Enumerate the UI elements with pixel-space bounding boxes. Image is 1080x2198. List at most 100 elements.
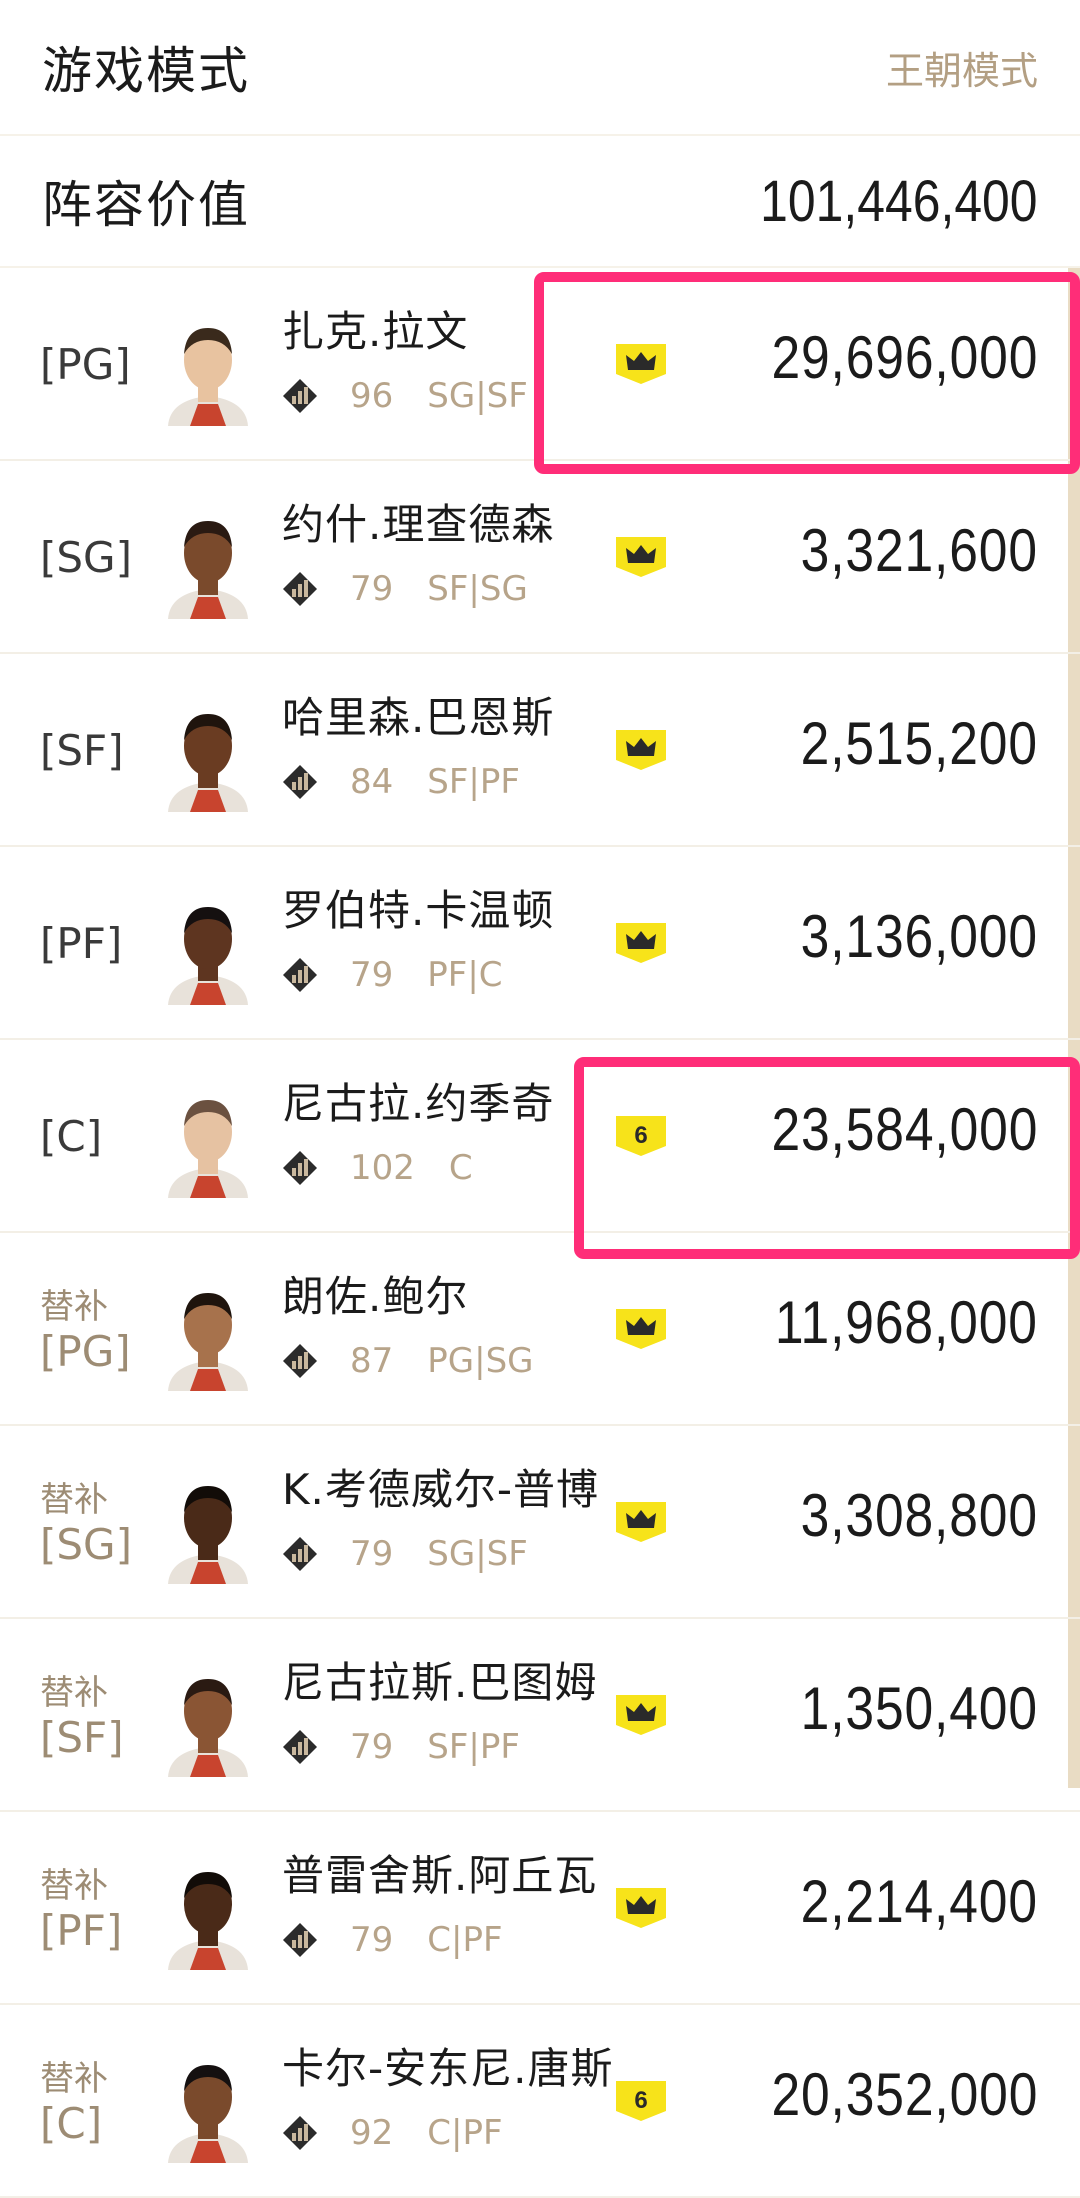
position-slot: [SF] (40, 654, 150, 847)
player-row[interactable]: [SG] 约什.理查德森 79 SF|SG 3,321,600 (0, 461, 1080, 654)
game-mode-value[interactable]: 王朝模式 (886, 40, 1038, 95)
player-avatar[interactable] (160, 1474, 256, 1584)
game-mode-row[interactable]: 游戏模式 王朝模式 (0, 0, 1080, 136)
player-salary: 2,214,400 (800, 1868, 1038, 1935)
position-slot: 替补 [SG] (40, 1426, 150, 1619)
player-rating: 79 (350, 955, 394, 995)
player-meta: 92 C|PF (282, 2111, 503, 2155)
position-label: [PF] (40, 1905, 123, 1955)
game-mode-label: 游戏模式 (42, 42, 250, 100)
player-positions: PF|C (427, 955, 503, 995)
highlight-box-2 (574, 1057, 1080, 1259)
position-slot: 替补 [SF] (40, 1619, 150, 1812)
player-name: 罗伯特.卡温顿 (282, 886, 555, 935)
position-slot: 替补 [PF] (40, 1812, 150, 2005)
player-positions: SF|PF (427, 762, 520, 802)
crown-icon (614, 1691, 668, 1737)
position-label: [SG] (40, 532, 132, 582)
position-label: [C] (40, 2098, 103, 2148)
player-row[interactable]: 替补 [PF] 普雷舍斯.阿丘瓦 79 C|PF 2,214,400 (0, 1812, 1080, 2005)
player-meta: 84 SF|PF (282, 760, 520, 804)
player-row[interactable]: 替补 [SF] 尼古拉斯.巴图姆 79 SF|PF 1,350,400 (0, 1619, 1080, 1812)
player-row[interactable]: 替补 [PG] 朗佐.鲍尔 87 PG|SG 11,968,000 (0, 1233, 1080, 1426)
player-positions: SG|SF (427, 1534, 528, 1574)
position-slot: [PG] (40, 268, 150, 461)
rating-bars-icon (282, 1150, 318, 1186)
player-avatar[interactable] (160, 1281, 256, 1391)
rating-bars-icon (282, 1343, 318, 1379)
bench-tag: 替补 (40, 1672, 108, 1713)
player-name: K.考德威尔-普博 (282, 1465, 600, 1514)
player-rating: 79 (350, 1727, 394, 1767)
player-salary: 3,136,000 (800, 903, 1038, 970)
player-row[interactable]: [PF] 罗伯特.卡温顿 79 PF|C 3,136,000 (0, 847, 1080, 1040)
player-name: 哈里森.巴恩斯 (282, 693, 555, 742)
rating-bars-icon (282, 2115, 318, 2151)
position-label: [SF] (40, 725, 124, 775)
player-avatar[interactable] (160, 1860, 256, 1970)
highlight-box-1 (534, 272, 1080, 474)
crown-icon (614, 726, 668, 772)
rating-bars-icon (282, 571, 318, 607)
player-rating: 79 (350, 1534, 394, 1574)
player-name: 尼古拉斯.巴图姆 (282, 1658, 598, 1707)
player-meta: 87 PG|SG (282, 1339, 534, 1383)
rating-bars-icon (282, 1729, 318, 1765)
player-rating: 102 (350, 1148, 415, 1188)
bench-tag: 替补 (40, 1286, 108, 1327)
player-avatar[interactable] (160, 1667, 256, 1777)
roster-value-label: 阵容价值 (42, 176, 250, 234)
position-slot: 替补 [PG] (40, 1233, 150, 1426)
player-meta: 79 SF|SG (282, 567, 528, 611)
bench-tag: 替补 (40, 1479, 108, 1520)
player-row[interactable]: [SF] 哈里森.巴恩斯 84 SF|PF 2,515,200 (0, 654, 1080, 847)
bench-tag: 替补 (40, 1865, 108, 1906)
crown-icon (614, 1305, 668, 1351)
player-name: 约什.理查德森 (282, 500, 555, 549)
player-avatar[interactable] (160, 1088, 256, 1198)
player-rating: 87 (350, 1341, 394, 1381)
player-name: 普雷舍斯.阿丘瓦 (282, 1851, 598, 1900)
rating-bars-icon (282, 1536, 318, 1572)
player-meta: 79 C|PF (282, 1918, 503, 1962)
player-avatar[interactable] (160, 316, 256, 426)
svg-text:6: 6 (634, 2087, 647, 2114)
player-avatar[interactable] (160, 702, 256, 812)
player-avatar[interactable] (160, 509, 256, 619)
position-label: [SF] (40, 1712, 124, 1762)
player-salary: 3,308,800 (800, 1482, 1038, 1549)
player-meta: 96 SG|SF (282, 374, 528, 418)
player-positions: C|PF (427, 2113, 503, 2153)
position-label: [C] (40, 1111, 103, 1161)
roster-value-total: 101,446,400 (760, 168, 1038, 234)
player-meta: 79 PF|C (282, 953, 503, 997)
player-meta: 102 C (282, 1146, 473, 1190)
crown-icon (614, 533, 668, 579)
position-label: [PG] (40, 339, 131, 389)
position-slot: [C] (40, 1040, 150, 1233)
rating-bars-icon (282, 378, 318, 414)
player-name: 朗佐.鲍尔 (282, 1272, 469, 1321)
level-6-badge: 6 (614, 2077, 668, 2123)
player-positions: SF|SG (427, 569, 528, 609)
position-slot: 替补 [C] (40, 2005, 150, 2198)
position-label: [PG] (40, 1326, 131, 1376)
crown-icon (614, 1498, 668, 1544)
position-label: [PF] (40, 918, 123, 968)
player-avatar[interactable] (160, 2053, 256, 2163)
player-name: 卡尔-安东尼.唐斯 (282, 2044, 614, 2093)
player-rating: 92 (350, 2113, 394, 2153)
player-row[interactable]: 替补 [C] 卡尔-安东尼.唐斯 92 C|PF 6 20,352,000 (0, 2005, 1080, 2198)
player-row[interactable]: 替补 [SG] K.考德威尔-普博 79 SG|SF 3,308,800 (0, 1426, 1080, 1619)
player-name: 尼古拉.约季奇 (282, 1079, 555, 1128)
roster-value-row: 阵容价值 101,446,400 (0, 136, 1080, 268)
player-meta: 79 SG|SF (282, 1532, 528, 1576)
player-salary: 20,352,000 (771, 2061, 1038, 2128)
crown-icon (614, 1884, 668, 1930)
player-positions: SF|PF (427, 1727, 520, 1767)
player-rating: 79 (350, 569, 394, 609)
player-avatar[interactable] (160, 895, 256, 1005)
player-rating: 79 (350, 1920, 394, 1960)
player-salary: 3,321,600 (800, 517, 1038, 584)
player-positions: SG|SF (427, 376, 528, 416)
